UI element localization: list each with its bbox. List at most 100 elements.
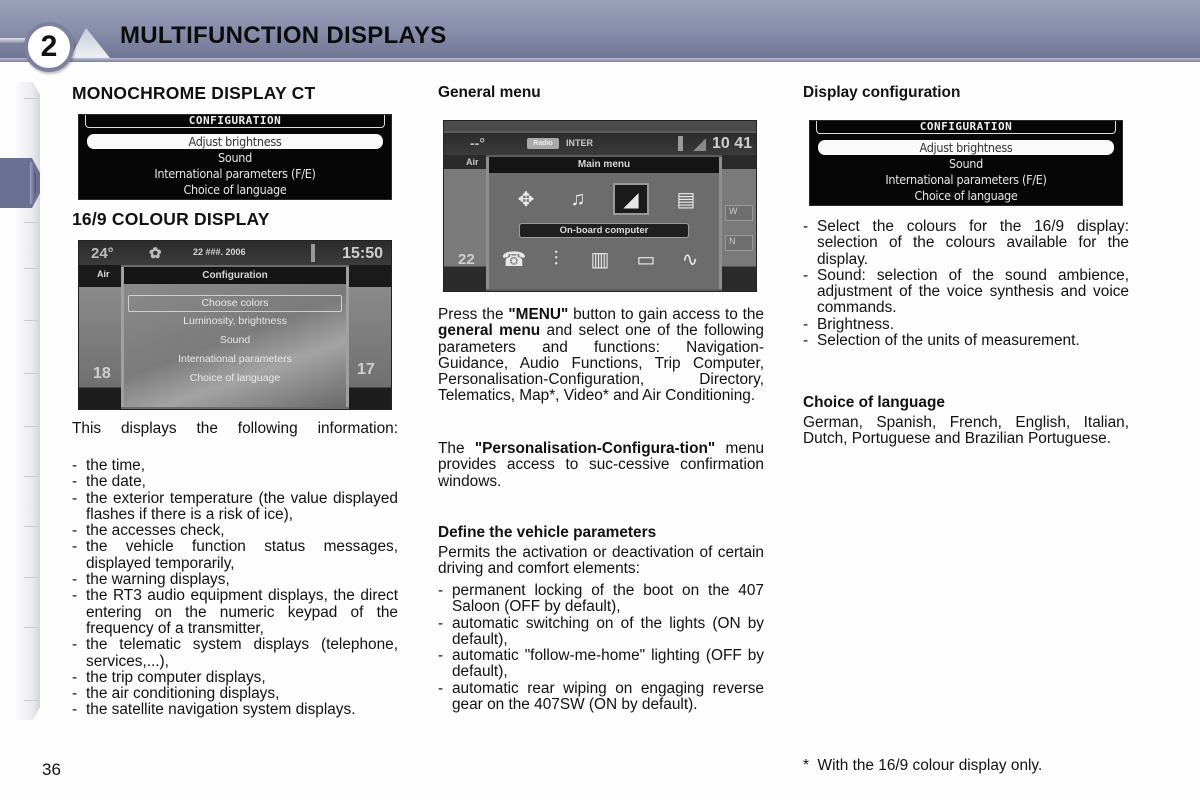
list-item: Selection of the units of measurement. xyxy=(803,332,1129,349)
text-run: Press the xyxy=(438,306,509,323)
screen-title: CONFIGURATION xyxy=(816,121,1116,134)
heading-choice-of-language: Choice of language xyxy=(803,394,945,411)
station-name: INTER xyxy=(566,138,593,148)
list-item: the trip computer displays, xyxy=(72,669,398,686)
language-list-text: German, Spanish, French, English, Italia… xyxy=(803,414,1129,448)
left-panel: Air 22 xyxy=(444,155,486,291)
general-menu-screen-image: --° Radio INTER 10 41 Air 22 W N Main me… xyxy=(443,120,757,292)
battery-icon xyxy=(678,136,683,151)
list-item: the date, xyxy=(72,473,398,490)
popup-title: Configuration xyxy=(124,267,346,284)
list-item: the satellite navigation system displays… xyxy=(72,702,398,719)
col1-intro: This displays the following information: xyxy=(72,420,398,437)
popup-menu-item-selected: Choose colors xyxy=(128,295,342,312)
screen-menu-item: International parameters (F/E) xyxy=(154,166,316,181)
header-rule xyxy=(0,58,1200,62)
air-label: Air xyxy=(97,269,110,279)
list-item: automatic "follow-me-home" lighting (OFF… xyxy=(438,648,764,681)
tab-divider xyxy=(24,426,38,427)
text-run: button to gain access to the xyxy=(568,306,764,323)
navigation-icon: ✥ xyxy=(517,188,535,211)
personalisation-paragraph: The "Personalisation-Configura-tion" men… xyxy=(438,440,764,490)
right-temperature: 17 xyxy=(357,361,375,378)
tab-divider xyxy=(24,627,38,628)
col1-intro-text: This displays the following information: xyxy=(72,420,398,437)
right-panel: W N xyxy=(722,155,756,291)
list-item: automatic switching on of the lights (ON… xyxy=(438,615,764,649)
text-run: The xyxy=(438,440,475,457)
col1-info-list: the time, the date, the exterior tempera… xyxy=(72,457,398,719)
vehicle-parameters-list: permanent locking of the boot on the 407… xyxy=(438,582,764,714)
screen-menu-item: International parameters (F/E) xyxy=(885,172,1047,187)
heading-monochrome-display: MONOCHROME DISPLAY CT xyxy=(72,83,316,103)
monochrome-screen-image: CONFIGURATION Adjust brightness Sound In… xyxy=(78,114,392,200)
list-item: Select the colours for the 16/9 display:… xyxy=(803,218,1129,268)
temperature-readout: --° xyxy=(470,135,485,151)
settings-sliders-icon: ⫶ xyxy=(553,247,559,270)
screen-menu-item: Sound xyxy=(218,150,252,165)
general-menu-paragraph: Press the "MENU" button to gain access t… xyxy=(438,306,764,405)
tab-divider xyxy=(24,268,38,269)
main-menu-popup: Main menu ✥ ♫ ◢ ▤ On-board computer ☎ ⫶ … xyxy=(486,157,722,289)
chapter-badge: 2 xyxy=(24,22,74,72)
date-readout: 22 ###. 2006 xyxy=(193,247,246,257)
compass-n-label: N xyxy=(725,235,753,251)
list-item: the vehicle function status messages, di… xyxy=(72,539,398,572)
tab-divider xyxy=(24,526,38,527)
tab-divider xyxy=(24,320,38,321)
page-title: MULTIFUNCTION DISPLAYS xyxy=(120,22,447,49)
screen-status-bar: --° Radio INTER 10 41 xyxy=(444,133,756,155)
signal-bar-icon xyxy=(311,244,315,262)
general-menu-term: general menu xyxy=(438,322,541,340)
screen-status-bar: 24° ✿ 22 ###. 2006 15:50 xyxy=(79,241,391,265)
configuration-popup: Configuration Choose colors Luminosity, … xyxy=(121,267,349,407)
time-readout: 10 41 xyxy=(712,135,753,152)
popup-menu-item: Choice of language xyxy=(189,372,281,384)
video-icon: ▭ xyxy=(636,248,656,271)
list-item: the accesses check, xyxy=(72,522,398,539)
tab-divider xyxy=(24,700,38,701)
list-item: the time, xyxy=(72,457,398,474)
heading-colour-display: 16/9 COLOUR DISPLAY xyxy=(72,209,270,229)
tab-divider xyxy=(24,373,38,374)
map-icon: ▥ xyxy=(590,248,610,271)
air-conditioning-icon: ∿ xyxy=(681,248,699,271)
page-number: 36 xyxy=(42,760,61,779)
trip-computer-icon: ◢ xyxy=(613,183,649,215)
left-panel: Air 18 xyxy=(79,265,121,409)
list-item: the telematic system displays (telephone… xyxy=(72,637,398,670)
screen-menu-item: Choice of language xyxy=(183,182,287,197)
list-item: permanent locking of the boot on the 407… xyxy=(438,582,764,616)
screen-menu-item: Choice of language xyxy=(914,188,1018,203)
popup-title: Main menu xyxy=(489,157,719,173)
screen-menu-item-selected: Adjust brightness xyxy=(87,134,383,149)
list-item: Sound: selection of the sound ambience, … xyxy=(803,267,1129,317)
telephone-icon: ☎ xyxy=(501,248,527,271)
selected-menu-label: On-board computer xyxy=(519,223,689,238)
list-item: automatic rear wiping on engaging revers… xyxy=(438,680,764,714)
tab-divider xyxy=(24,577,38,578)
vehicle-parameters-intro: Permits the activation or deactivation o… xyxy=(438,544,764,578)
popup-menu-item: Luminosity, brightness xyxy=(183,315,287,327)
list-item: the exterior temperature (the value disp… xyxy=(72,490,398,524)
radio-source-badge: Radio xyxy=(527,138,559,149)
left-temperature: 18 xyxy=(93,365,111,382)
heading-general-menu: General menu xyxy=(438,84,541,101)
tab-divider xyxy=(24,222,38,223)
menu-button-name: "MENU" xyxy=(508,306,569,323)
list-item: Brightness. xyxy=(803,316,1129,333)
colour-screen-image: 24° ✿ 22 ###. 2006 15:50 Air 18 17 Confi… xyxy=(78,240,392,410)
signal-strength-icon xyxy=(692,139,706,151)
temperature-readout: 24° xyxy=(91,245,114,262)
heading-display-configuration: Display configuration xyxy=(803,84,961,101)
screen-menu-item-selected: Adjust brightness xyxy=(818,140,1114,155)
popup-menu-item: International parameters xyxy=(178,353,292,365)
audio-icon: ♫ xyxy=(570,187,586,210)
tab-divider xyxy=(24,98,38,99)
heading-define-vehicle-parameters: Define the vehicle parameters xyxy=(438,524,657,541)
popup-menu-item: Sound xyxy=(219,334,251,346)
directory-icon: ▤ xyxy=(676,188,696,211)
weather-icon: ✿ xyxy=(149,245,162,262)
compass-w-label: W xyxy=(725,205,753,221)
display-configuration-list: Select the colours for the 16/9 display:… xyxy=(803,218,1129,349)
